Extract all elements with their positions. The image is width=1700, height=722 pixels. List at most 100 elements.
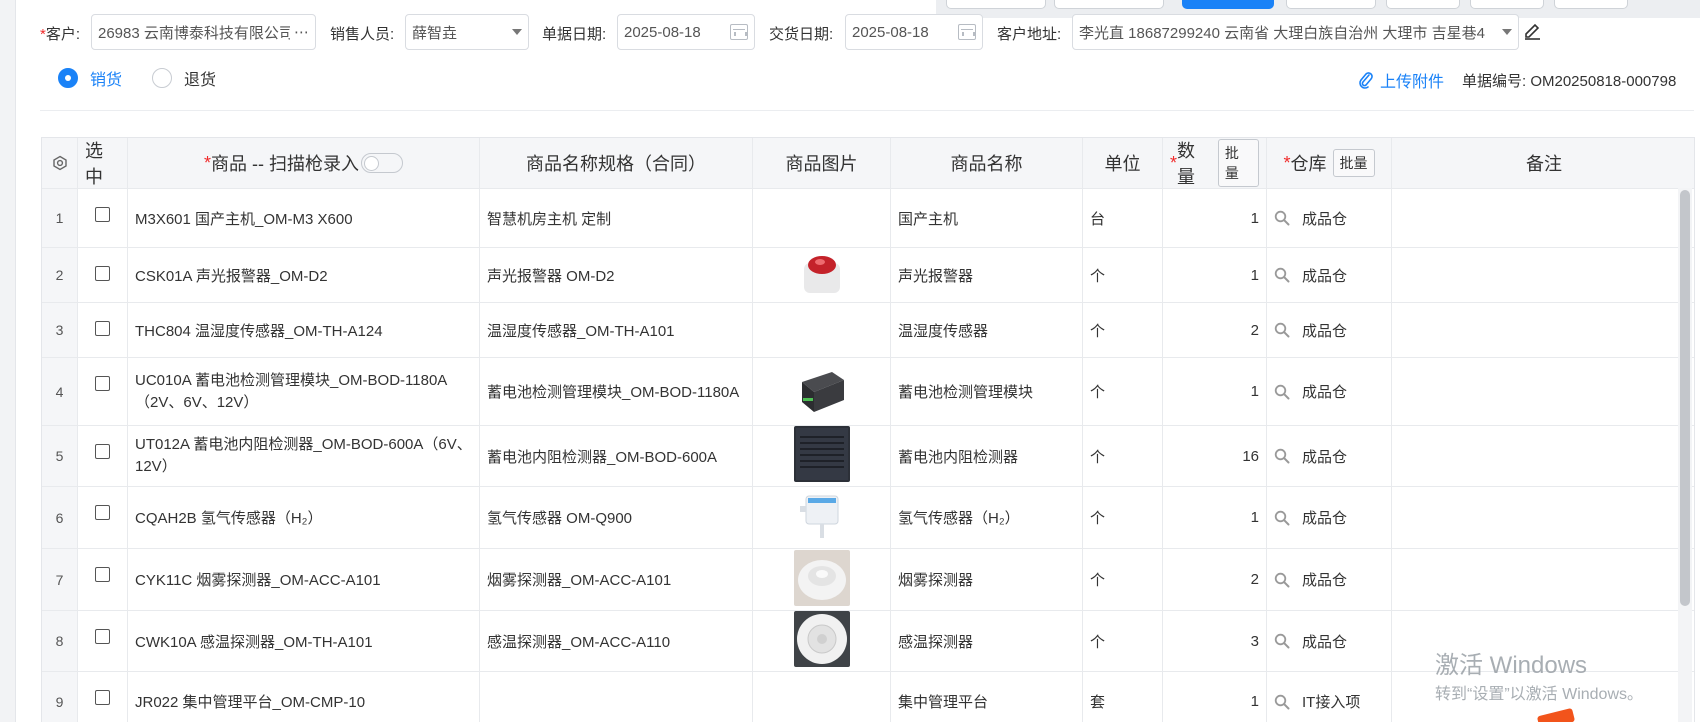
image-cell[interactable] [753,487,891,548]
top-tab[interactable] [1054,0,1164,9]
remark-cell[interactable] [1392,303,1694,357]
top-tab[interactable] [1470,0,1544,9]
qty-cell[interactable]: 1 [1163,358,1267,425]
table-row[interactable]: 5 UT012A 蓄电池内阻检测器_OM-BOD-600A（6V、12V） 蓄电池内… [42,426,1694,487]
product-thumbnail[interactable] [793,549,850,610]
spec-cell[interactable]: 声光报警器 OM-D2 [480,248,753,302]
row-checkbox[interactable] [95,321,110,336]
spec-cell[interactable]: 蓄电池检测管理模块_OM-BOD-1180A [480,358,753,425]
row-checkbox[interactable] [95,567,110,582]
product-thumbnail[interactable] [793,611,850,671]
more-icon[interactable]: ⋯ [294,23,309,41]
remark-cell[interactable] [1392,549,1694,610]
row-checkbox[interactable] [95,690,110,705]
search-icon[interactable] [1274,510,1290,526]
warehouse-cell[interactable]: 成品仓 [1267,549,1392,610]
image-cell[interactable] [753,303,891,357]
table-row[interactable]: 6 CQAH2B 氢气传感器（H₂） 氢气传感器 OM-Q900 氢气传感器（H₂）个… [42,487,1694,549]
table-row[interactable]: 1 M3X601 国产主机_OM-M3 X600 智慧机房主机 定制 国产主机台 1 成品… [42,189,1694,248]
table-row[interactable]: 7 CYK11C 烟雾探测器_OM-ACC-A101 烟雾探测器_OM-ACC-A1… [42,549,1694,611]
radio-sale-label[interactable]: 销货 [90,66,122,90]
qty-cell[interactable]: 1 [1163,672,1267,722]
qty-cell[interactable]: 2 [1163,303,1267,357]
search-icon[interactable] [1274,210,1290,226]
product-cell[interactable]: THC804 温湿度传感器_OM-TH-A124 [128,303,480,357]
warehouse-cell[interactable]: 成品仓 [1267,248,1392,302]
image-cell[interactable] [753,189,891,247]
top-tab[interactable] [1286,0,1376,9]
row-checkbox[interactable] [95,376,110,391]
search-icon[interactable] [1274,267,1290,283]
top-tab-active[interactable] [1182,0,1274,9]
search-icon[interactable] [1274,384,1290,400]
doc-date-picker[interactable]: 2025-08-18 [617,14,755,50]
product-cell[interactable]: CYK11C 烟雾探测器_OM-ACC-A101 [128,549,480,610]
top-tab[interactable] [946,0,1046,9]
product-cell[interactable]: JR022 集中管理平台_OM-CMP-10 [128,672,480,722]
qty-cell[interactable]: 3 [1163,611,1267,671]
scanner-toggle[interactable] [361,153,403,173]
row-checkbox[interactable] [95,207,110,222]
spec-cell[interactable]: 蓄电池内阻检测器_OM-BOD-600A [480,426,753,486]
remark-cell[interactable] [1392,189,1694,247]
warehouse-batch-button[interactable]: 批量 [1332,149,1375,177]
top-tab[interactable] [1554,0,1628,9]
edit-icon[interactable] [1523,20,1541,40]
product-cell[interactable]: CWK10A 感温探测器_OM-TH-A101 [128,611,480,671]
qty-batch-button[interactable]: 批量 [1217,139,1259,187]
radio-return-label[interactable]: 退货 [184,66,216,90]
salesperson-select[interactable]: 薛智垚 [405,14,529,50]
warehouse-cell[interactable]: 成品仓 [1267,303,1392,357]
product-cell[interactable]: M3X601 国产主机_OM-M3 X600 [128,189,480,247]
search-icon[interactable] [1274,572,1290,588]
top-tab[interactable] [1386,0,1460,9]
image-cell[interactable] [753,248,891,302]
qty-cell[interactable]: 16 [1163,426,1267,486]
scrollbar-thumb[interactable] [1680,190,1690,606]
warehouse-cell[interactable]: 成品仓 [1267,487,1392,548]
warehouse-cell[interactable]: 成品仓 [1267,189,1392,247]
product-thumbnail[interactable] [793,487,850,548]
remark-cell[interactable] [1392,426,1694,486]
image-cell[interactable] [753,426,891,486]
radio-sale[interactable] [58,68,78,88]
row-checkbox[interactable] [95,629,110,644]
customer-field[interactable]: 26983 云南博泰科技有限公司 ⋯ [91,14,316,50]
image-cell[interactable] [753,611,891,671]
warehouse-cell[interactable]: 成品仓 [1267,358,1392,425]
product-cell[interactable]: UT012A 蓄电池内阻检测器_OM-BOD-600A（6V、12V） [128,426,480,486]
table-row[interactable]: 4 UC010A 蓄电池检测管理模块_OM-BOD-1180A（2V、6V、12V… [42,358,1694,426]
remark-cell[interactable] [1392,358,1694,425]
spec-cell[interactable]: 感温探测器_OM-ACC-A110 [480,611,753,671]
remark-cell[interactable] [1392,248,1694,302]
qty-cell[interactable]: 1 [1163,189,1267,247]
product-thumbnail[interactable] [793,361,850,422]
row-checkbox[interactable] [95,444,110,459]
qty-cell[interactable]: 1 [1163,248,1267,302]
row-checkbox[interactable] [95,266,110,281]
product-cell[interactable]: CSK01A 声光报警器_OM-D2 [128,248,480,302]
warehouse-cell[interactable]: 成品仓 [1267,611,1392,671]
spec-cell[interactable]: 智慧机房主机 定制 [480,189,753,247]
remark-cell[interactable] [1392,487,1694,548]
spec-cell[interactable]: 烟雾探测器_OM-ACC-A101 [480,549,753,610]
search-icon[interactable] [1274,633,1290,649]
address-select[interactable]: 李光直 18687299240 云南省 大理白族自治州 大理市 吉星巷4 [1072,14,1519,50]
spec-cell[interactable]: 氢气传感器 OM-Q900 [480,487,753,548]
spec-cell[interactable] [480,672,753,722]
column-settings[interactable] [42,138,78,188]
radio-return[interactable] [152,68,173,88]
product-cell[interactable]: CQAH2B 氢气传感器（H₂） [128,487,480,548]
search-icon[interactable] [1274,322,1290,338]
table-row[interactable]: 2 CSK01A 声光报警器_OM-D2 声光报警器 OM-D2 声光报警器个 1 成品仓 [42,248,1694,303]
product-thumbnail[interactable] [793,426,850,486]
qty-cell[interactable]: 1 [1163,487,1267,548]
warehouse-cell[interactable]: IT接入项 [1267,672,1392,722]
product-thumbnail[interactable] [793,248,850,302]
product-cell[interactable]: UC010A 蓄电池检测管理模块_OM-BOD-1180A（2V、6V、12V） [128,358,480,425]
warehouse-cell[interactable]: 成品仓 [1267,426,1392,486]
image-cell[interactable] [753,358,891,425]
row-checkbox[interactable] [95,505,110,520]
search-icon[interactable] [1274,448,1290,464]
search-icon[interactable] [1274,694,1290,710]
